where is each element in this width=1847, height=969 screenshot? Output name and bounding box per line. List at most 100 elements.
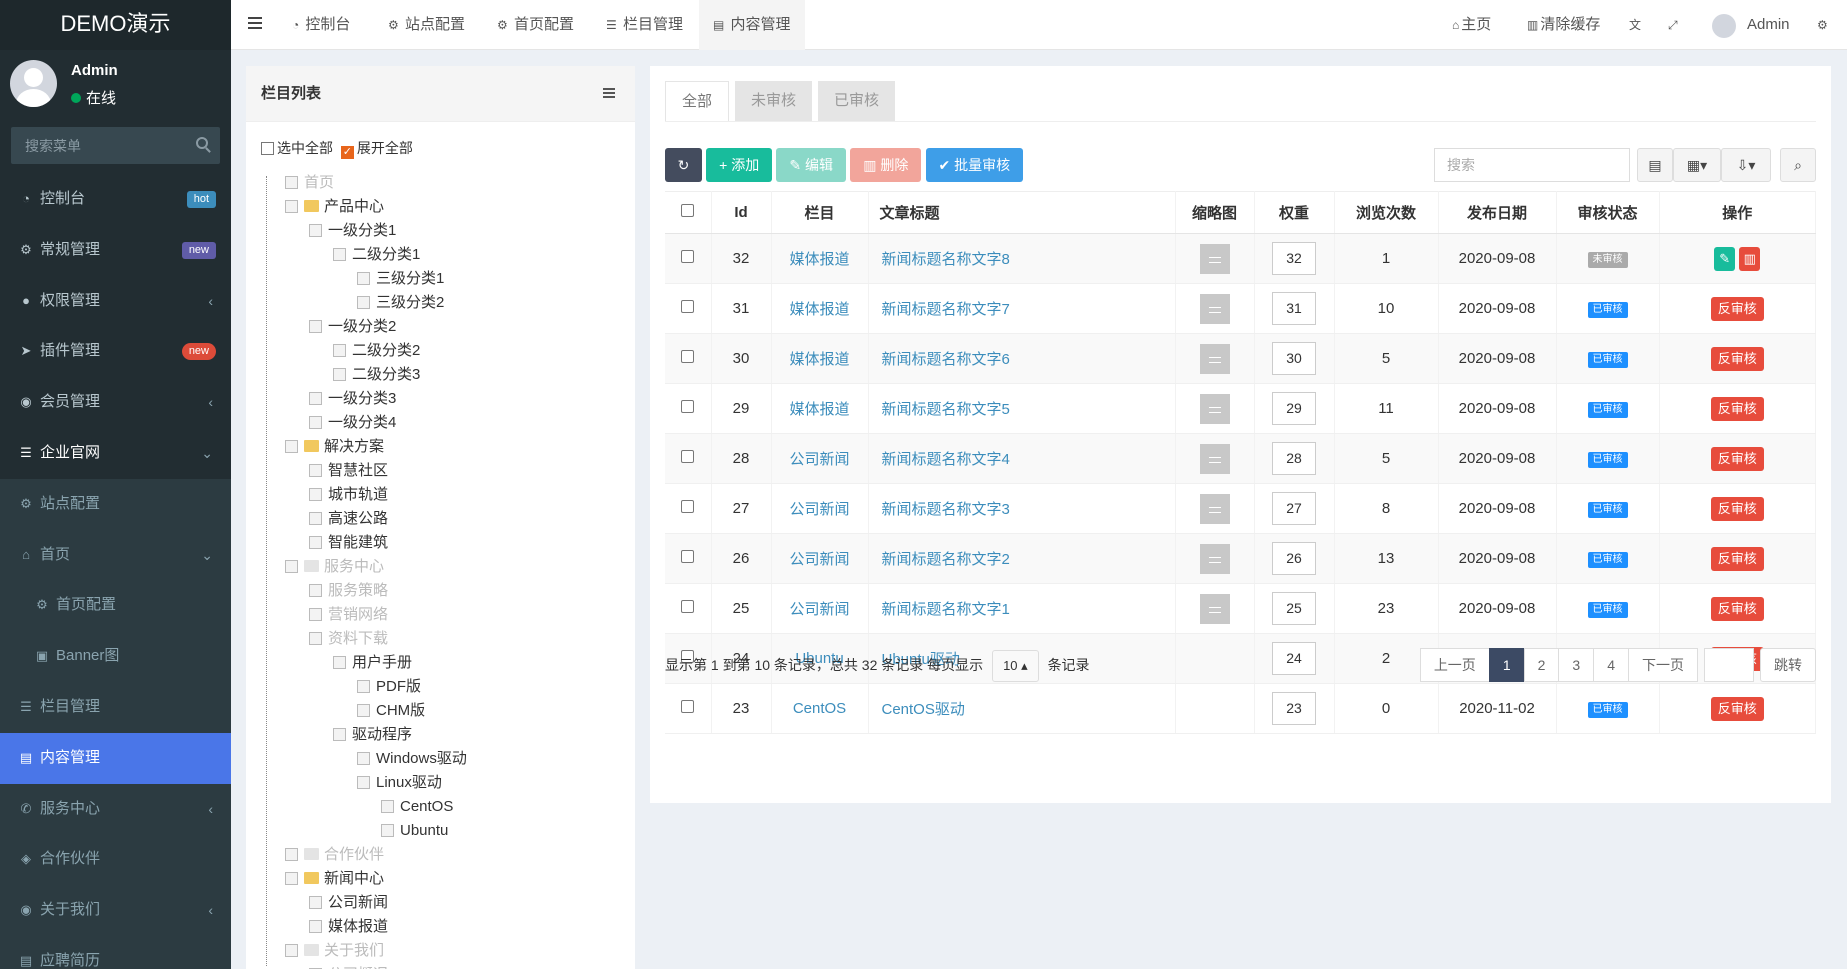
tab-home-config[interactable]: ⚙ 首页配置 <box>483 0 588 50</box>
tree-node[interactable]: 智慧社区 <box>309 461 388 481</box>
tree-node[interactable]: 关于我们 <box>285 941 384 961</box>
page-size-select[interactable]: 10 ▴ <box>992 650 1039 682</box>
edit-button[interactable]: ✎ 编辑 <box>776 148 847 182</box>
category-link[interactable]: 公司新闻 <box>789 551 849 568</box>
select-all-checkbox[interactable]: 选中全部 <box>261 140 333 156</box>
tree-checkbox[interactable] <box>357 752 370 765</box>
category-link[interactable]: 公司新闻 <box>789 501 849 518</box>
page-2-button[interactable]: 2 <box>1523 648 1560 682</box>
thumbnail-image[interactable] <box>1199 293 1230 324</box>
sidebar-item-about[interactable]: ◉ 关于我们 ‹ <box>0 885 231 936</box>
tree-node[interactable]: Ubuntu <box>381 821 448 841</box>
table-row[interactable]: 31 媒体报道 新闻标题名称文字7 31 10 2020-09-08 已审核 反审核 <box>665 283 1816 334</box>
admin-menu[interactable]: Admin <box>1747 0 1790 50</box>
delete-button[interactable]: ▥ 删除 <box>850 148 922 182</box>
sidebar-item-service[interactable]: ✆ 服务中心 ‹ <box>0 783 231 835</box>
refresh-button[interactable]: ↻ <box>665 148 702 182</box>
tree-checkbox[interactable] <box>381 824 394 837</box>
tree-checkbox[interactable] <box>285 848 298 861</box>
weight-input[interactable]: 29 <box>1272 392 1316 425</box>
tree-node[interactable]: 公司概况 <box>309 965 388 969</box>
column-header[interactable]: Id <box>711 191 772 234</box>
weight-input[interactable]: 27 <box>1272 492 1316 525</box>
column-header[interactable]: 审核状态 <box>1556 191 1660 234</box>
toggle-view-button[interactable]: ▤ <box>1637 148 1673 182</box>
tree-node[interactable]: 首页 <box>285 173 334 193</box>
sidebar-item-partners[interactable]: ◈ 合作伙伴 <box>0 834 231 886</box>
column-header[interactable]: 文章标题 <box>868 191 1176 234</box>
title-link[interactable]: 新闻标题名称文字7 <box>882 301 1010 318</box>
tree-checkbox[interactable] <box>333 368 346 381</box>
table-row[interactable]: 28 公司新闻 新闻标题名称文字4 28 5 2020-09-08 已审核 反审核 <box>665 433 1816 484</box>
tree-checkbox[interactable] <box>357 680 370 693</box>
category-link[interactable]: 公司新闻 <box>789 451 849 468</box>
sidebar-item-banner[interactable]: ▣ Banner图 <box>0 631 231 682</box>
sidebar-item-plugins[interactable]: ➤ 插件管理 new <box>0 326 231 377</box>
tab-columns[interactable]: ☰ 栏目管理 <box>592 0 697 50</box>
tree-checkbox[interactable] <box>309 896 322 909</box>
thumbnail-image[interactable] <box>1199 243 1230 274</box>
tree-checkbox[interactable] <box>381 800 394 813</box>
page-3-button[interactable]: 3 <box>1558 648 1595 682</box>
tab-unreviewed[interactable]: 未审核 <box>735 81 813 121</box>
tab-all[interactable]: 全部 <box>665 81 730 121</box>
tree-node[interactable]: 二级分类2 <box>333 341 420 361</box>
batch-review-button[interactable]: ✔ 批量审核 <box>925 148 1024 182</box>
tree-node[interactable]: 服务中心 <box>285 557 384 577</box>
tree-node[interactable]: 服务策略 <box>309 581 388 601</box>
prev-page-button[interactable]: 上一页 <box>1419 648 1490 682</box>
title-link[interactable]: 新闻标题名称文字2 <box>882 551 1010 568</box>
page-1-button[interactable]: 1 <box>1488 648 1525 682</box>
tree-checkbox[interactable] <box>285 200 298 213</box>
tree-checkbox[interactable] <box>309 224 322 237</box>
menu-search-input[interactable] <box>11 127 220 164</box>
tree-checkbox[interactable] <box>285 944 298 957</box>
app-logo[interactable]: DEMO演示 <box>0 0 231 50</box>
tab-site-config[interactable]: ⚙ 站点配置 <box>374 0 479 50</box>
sidebar-item-website[interactable]: ☰ 企业官网 ⌄ <box>0 428 231 479</box>
thumbnail-image[interactable] <box>1199 443 1230 474</box>
jump-button[interactable]: 跳转 <box>1760 648 1816 682</box>
row-checkbox[interactable] <box>681 250 695 263</box>
tree-checkbox[interactable] <box>357 296 370 309</box>
tree-node[interactable]: 三级分类1 <box>357 269 444 289</box>
unreview-button[interactable]: 反审核 <box>1710 296 1764 321</box>
tree-checkbox[interactable] <box>357 704 370 717</box>
fullscreen-button[interactable]: ⤢ <box>1668 0 1680 50</box>
unreview-button[interactable]: 反审核 <box>1710 446 1764 471</box>
sidebar-item-auth[interactable]: ● 权限管理 ‹ <box>0 276 231 327</box>
row-checkbox[interactable] <box>681 600 695 613</box>
tree-node[interactable]: 公司新闻 <box>309 893 388 913</box>
clear-cache-button[interactable]: ▥ 清除缓存 <box>1527 0 1600 50</box>
title-link[interactable]: 新闻标题名称文字5 <box>882 401 1010 418</box>
weight-input[interactable]: 26 <box>1272 542 1316 575</box>
table-row[interactable]: 27 公司新闻 新闻标题名称文字3 27 8 2020-09-08 已审核 反审核 <box>665 483 1816 534</box>
thumbnail-image[interactable] <box>1199 393 1230 424</box>
tree-checkbox[interactable] <box>309 536 322 549</box>
tree-checkbox[interactable] <box>309 392 322 405</box>
table-row[interactable]: 32 媒体报道 新闻标题名称文字8 32 1 2020-09-08 未审核 ✎ ▥ <box>665 233 1816 284</box>
thumbnail-image[interactable] <box>1199 593 1230 624</box>
title-link[interactable]: 新闻标题名称文字4 <box>882 451 1010 468</box>
tree-node[interactable]: CHM版 <box>357 701 425 721</box>
category-link[interactable]: 媒体报道 <box>789 251 849 268</box>
tree-node[interactable]: 媒体报道 <box>309 917 388 937</box>
row-checkbox[interactable] <box>681 450 695 463</box>
tree-checkbox[interactable] <box>285 560 298 573</box>
tree-node[interactable]: 营销网络 <box>309 605 388 625</box>
table-row[interactable]: 23 CentOS CentOS驱动 23 0 2020-11-02 已审核 反审核 <box>665 683 1816 734</box>
tree-node[interactable]: Windows驱动 <box>357 749 467 769</box>
title-link[interactable]: 新闻标题名称文字8 <box>882 251 1010 268</box>
tree-node[interactable]: 一级分类1 <box>309 221 396 241</box>
title-link[interactable]: 新闻标题名称文字1 <box>882 601 1010 618</box>
tree-checkbox[interactable] <box>309 584 322 597</box>
tree-checkbox[interactable] <box>309 464 322 477</box>
tree-node[interactable]: Linux驱动 <box>357 773 442 793</box>
category-link[interactable]: 媒体报道 <box>789 301 849 318</box>
tree-node[interactable]: 二级分类3 <box>333 365 420 385</box>
title-link[interactable]: 新闻标题名称文字3 <box>882 501 1010 518</box>
search-icon[interactable] <box>196 137 208 149</box>
weight-input[interactable]: 30 <box>1272 342 1316 375</box>
tree-checkbox[interactable] <box>309 920 322 933</box>
weight-input[interactable]: 23 <box>1272 692 1316 725</box>
